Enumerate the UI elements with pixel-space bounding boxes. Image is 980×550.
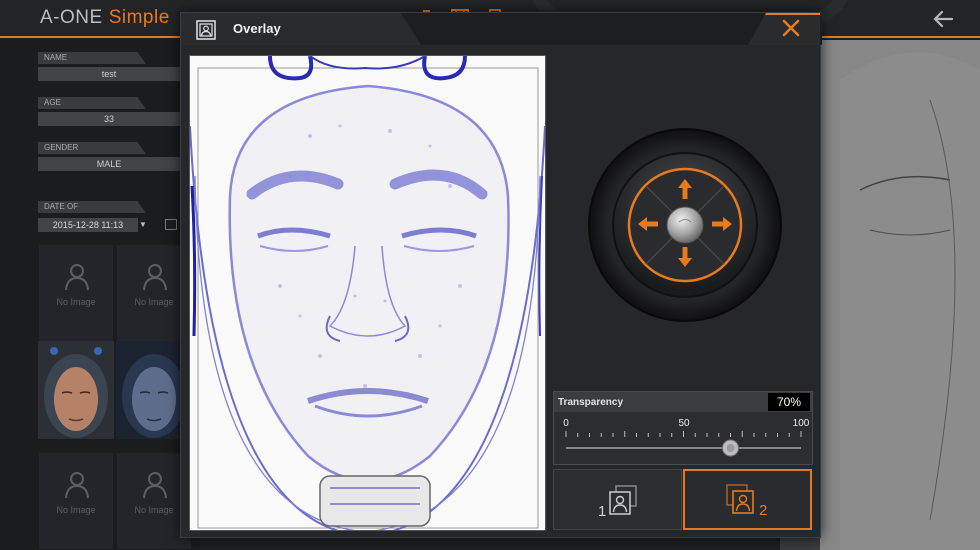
overlay-image-panel[interactable]: [189, 55, 546, 531]
image-2-icon: [726, 484, 754, 514]
slider-mid-label: 50: [678, 418, 690, 429]
transparency-value: 70%: [768, 393, 810, 411]
position-joystick: [588, 128, 782, 322]
age-value[interactable]: 33: [38, 112, 180, 126]
app-logo: A-ONE Simple: [40, 7, 170, 29]
overlay-face-image: [190, 56, 545, 530]
slider-max-label: 100: [792, 418, 810, 429]
no-image-text: No Image: [56, 297, 96, 307]
face-thumbnail-1[interactable]: [38, 341, 114, 439]
dialog-title: Overlay: [233, 21, 281, 36]
slider-thumb-center: [726, 444, 735, 452]
thumbnail-slot[interactable]: No Image: [38, 452, 114, 550]
arrow-left-icon[interactable]: [636, 214, 660, 234]
no-image-text: No Image: [56, 505, 96, 515]
image-1-label: 1: [598, 503, 607, 520]
person-icon: [143, 264, 167, 291]
dialog-title-tab: [181, 13, 421, 45]
transparency-label: Transparency: [558, 397, 624, 408]
name-value[interactable]: test: [38, 67, 180, 81]
slider-min-label: 0: [563, 418, 569, 429]
image-1-icon: [609, 485, 637, 515]
image-2-button[interactable]: 2: [683, 469, 812, 530]
transparency-slider[interactable]: [554, 430, 814, 460]
image-1-button[interactable]: 1: [553, 469, 682, 530]
brand-sub: Simple: [108, 7, 170, 28]
arrow-up-icon[interactable]: [675, 177, 695, 201]
overlay-icon: [196, 20, 216, 40]
transparency-panel: Transparency 70% 0 50 100: [553, 391, 813, 465]
close-icon[interactable]: [782, 19, 800, 37]
app-window: A-ONE Simple NAME test AGE 33 GENDER MALE…: [0, 0, 980, 550]
date-select[interactable]: 2015-12-28 11:13: [38, 218, 138, 232]
arrow-down-icon[interactable]: [675, 245, 695, 269]
image-2-label: 2: [759, 502, 768, 519]
chevron-down-icon[interactable]: ▼: [139, 220, 147, 229]
calendar-icon[interactable]: [165, 219, 177, 230]
thumbnail-slot[interactable]: No Image: [38, 244, 114, 342]
arrow-right-icon[interactable]: [710, 214, 734, 234]
person-icon: [65, 472, 89, 499]
person-icon: [65, 264, 89, 291]
person-icon: [143, 472, 167, 499]
brand-main: A-ONE: [40, 7, 103, 28]
transparency-header: Transparency 70%: [554, 392, 812, 412]
slider-ticks: [565, 431, 802, 437]
gender-value[interactable]: MALE: [38, 157, 180, 171]
overlay-dialog: Overlay Transparency 70% 0 50 100 1 2: [180, 12, 822, 538]
back-arrow-icon[interactable]: [932, 8, 954, 30]
